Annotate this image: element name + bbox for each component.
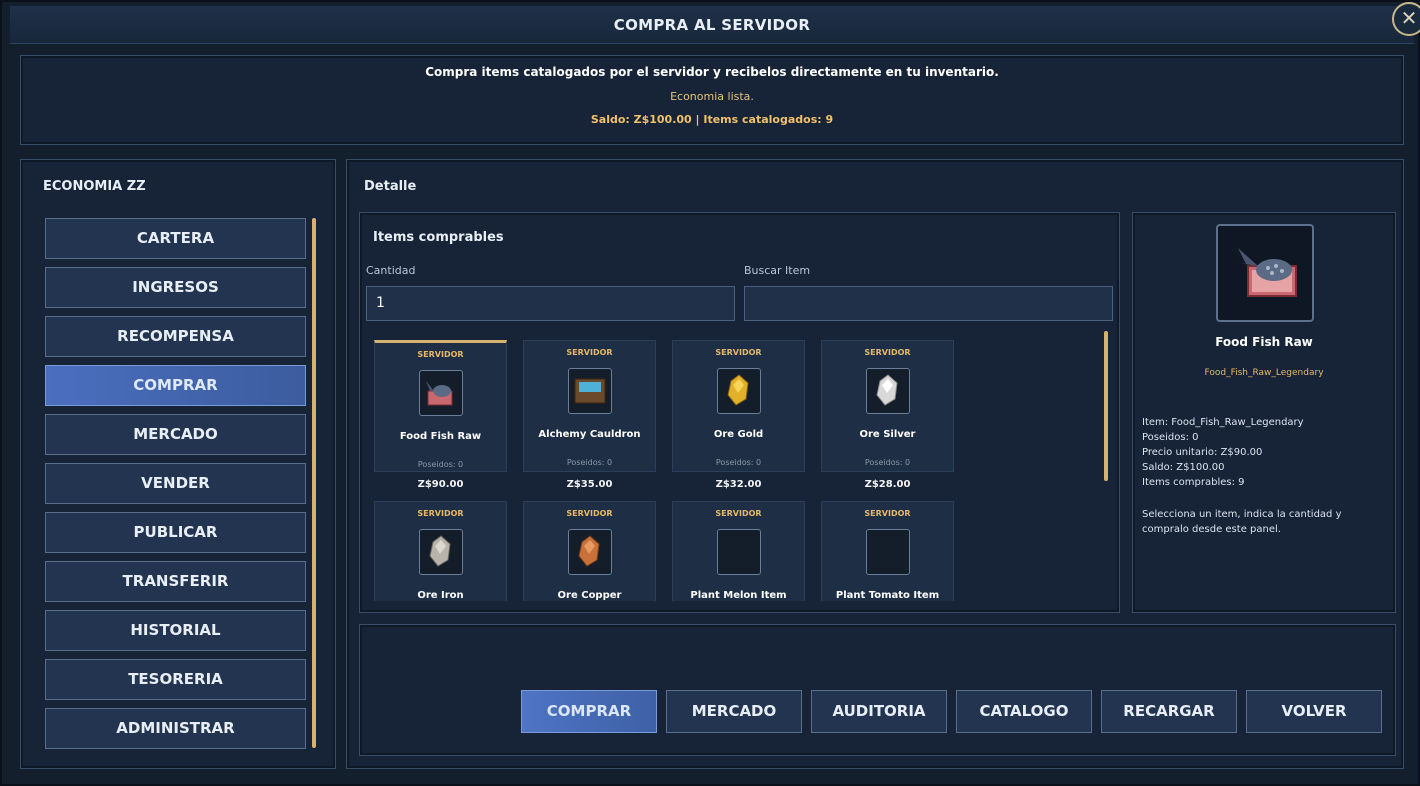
- detail-title: Detalle: [364, 179, 417, 194]
- item-price: Z$35.00: [566, 479, 613, 490]
- sidebar-item-comprar[interactable]: COMPRAR: [45, 365, 306, 406]
- item-icon-frame: [717, 529, 761, 575]
- item-icon-frame: [717, 368, 761, 414]
- sidebar-item-vender[interactable]: VENDER: [45, 463, 306, 504]
- item-icon-frame: [866, 368, 910, 414]
- source-tag: SERVIDOR: [715, 509, 762, 518]
- item-name: Plant Melon Item: [690, 590, 787, 601]
- sidebar-item-publicar[interactable]: PUBLICAR: [45, 512, 306, 553]
- sidebar-item-transferir[interactable]: TRANSFERIR: [45, 561, 306, 602]
- item-card[interactable]: SERVIDOR Plant Melon Item: [672, 501, 805, 601]
- item-icon-frame: [568, 529, 612, 575]
- title-bar: COMPRA AL SERVIDOR: [10, 6, 1414, 44]
- preview-image-frame: [1216, 224, 1314, 322]
- window-title: COMPRA AL SERVIDOR: [613, 16, 811, 34]
- item-icon-frame: [568, 368, 612, 414]
- info-banner: Compra items catalogados por el servidor…: [20, 55, 1404, 145]
- item-name: Food Fish Raw: [399, 431, 482, 442]
- source-tag: SERVIDOR: [417, 509, 464, 518]
- item-icon-frame: [866, 529, 910, 575]
- action-comprar-button[interactable]: COMPRAR: [521, 690, 657, 733]
- item-preview-panel: Food Fish Raw Food_Fish_Raw_Legendary It…: [1132, 212, 1396, 613]
- preview-detail-line: Items comprables: 9: [1142, 477, 1245, 488]
- source-tag: SERVIDOR: [715, 348, 762, 357]
- item-card[interactable]: SERVIDOR Food Fish Raw Poseidos: 0: [374, 340, 507, 472]
- action-auditoria-button[interactable]: AUDITORIA: [811, 690, 947, 733]
- cauldron-icon: [569, 378, 611, 417]
- item-icon-frame: [419, 370, 463, 416]
- preview-detail-line: Saldo: Z$100.00: [1142, 462, 1225, 473]
- item-card[interactable]: SERVIDOR Ore Copper: [523, 501, 656, 601]
- item-card[interactable]: SERVIDOR Alchemy Cauldron Poseidos: 0: [523, 340, 656, 472]
- sidebar: ECONOMIA ZZ CARTERA INGRESOS RECOMPENSA COM…: [20, 159, 336, 769]
- sidebar-title: ECONOMIA ZZ: [43, 179, 146, 194]
- preview-item-name: Food Fish Raw: [1215, 335, 1313, 349]
- items-panel: Items comprables Cantidad 1 Buscar Item …: [359, 212, 1120, 613]
- empty-icon: [718, 559, 760, 578]
- economy-status: Economia lista.: [670, 90, 754, 103]
- item-owned: Poseidos: 0: [864, 458, 911, 467]
- sidebar-item-cartera[interactable]: CARTERA: [45, 218, 306, 259]
- source-tag: SERVIDOR: [864, 348, 911, 357]
- action-mercado-button[interactable]: MERCADO: [666, 690, 802, 733]
- preview-detail-line: Precio unitario: Z$90.00: [1142, 447, 1263, 458]
- item-price: Z$32.00: [715, 479, 762, 490]
- source-tag: SERVIDOR: [417, 350, 464, 359]
- preview-detail-line: Poseidos: 0: [1142, 432, 1199, 443]
- item-name: Ore Iron: [417, 590, 464, 601]
- item-name: Alchemy Cauldron: [538, 429, 641, 440]
- copper-ore-icon: [569, 535, 611, 578]
- item-name: Ore Copper: [557, 590, 622, 601]
- empty-icon: [867, 559, 909, 578]
- item-name: Ore Gold: [713, 429, 764, 440]
- close-button[interactable]: ✕: [1392, 2, 1420, 36]
- gold-ore-icon: [718, 374, 760, 417]
- item-card[interactable]: SERVIDOR Ore Iron: [374, 501, 507, 601]
- silver-ore-icon: [867, 374, 909, 417]
- preview-detail-line: Item: Food_Fish_Raw_Legendary: [1142, 417, 1304, 428]
- action-volver-button[interactable]: VOLVER: [1246, 690, 1382, 733]
- item-card[interactable]: SERVIDOR Ore Gold Poseidos: 0: [672, 340, 805, 472]
- item-card[interactable]: SERVIDOR Ore Silver Poseidos: 0: [821, 340, 954, 472]
- item-price: Z$28.00: [864, 479, 911, 490]
- sidebar-item-administrar[interactable]: ADMINISTRAR: [45, 708, 306, 749]
- item-owned: Poseidos: 0: [566, 458, 613, 467]
- sidebar-item-recompensa[interactable]: RECOMPENSA: [45, 316, 306, 357]
- shop-window: COMPRA AL SERVIDOR ✕ Compra items catalo…: [0, 0, 1420, 786]
- item-owned: Poseidos: 0: [715, 458, 762, 467]
- source-tag: SERVIDOR: [566, 348, 613, 357]
- item-name: Plant Tomato Item: [835, 590, 940, 601]
- item-price: Z$90.00: [417, 479, 464, 490]
- sidebar-scrollbar[interactable]: [312, 218, 316, 748]
- info-description: Compra items catalogados por el servidor…: [425, 65, 999, 79]
- sidebar-item-mercado[interactable]: MERCADO: [45, 414, 306, 455]
- action-recargar-button[interactable]: RECARGAR: [1101, 690, 1237, 733]
- sidebar-item-historial[interactable]: HISTORIAL: [45, 610, 306, 651]
- item-owned: Poseidos: 0: [417, 460, 464, 469]
- item-card[interactable]: SERVIDOR Plant Tomato Item: [821, 501, 954, 601]
- preview-item-id: Food_Fish_Raw_Legendary: [1204, 368, 1324, 378]
- source-tag: SERVIDOR: [566, 509, 613, 518]
- preview-hint: Selecciona un item, indica la cantidad y…: [1142, 509, 1342, 535]
- action-catalogo-button[interactable]: CATALOGO: [956, 690, 1092, 733]
- fish-icon: [1232, 248, 1297, 297]
- balance-summary: Saldo: Z$100.00 | Items catalogados: 9: [590, 113, 834, 126]
- source-tag: SERVIDOR: [864, 509, 911, 518]
- items-scrollbar[interactable]: [1104, 331, 1108, 481]
- sidebar-item-ingresos[interactable]: INGRESOS: [45, 267, 306, 308]
- item-name: Ore Silver: [859, 429, 916, 440]
- iron-ore-icon: [420, 535, 462, 578]
- fish-icon: [420, 381, 462, 419]
- sidebar-item-tesoreria[interactable]: TESORERIA: [45, 659, 306, 700]
- item-icon-frame: [419, 529, 463, 575]
